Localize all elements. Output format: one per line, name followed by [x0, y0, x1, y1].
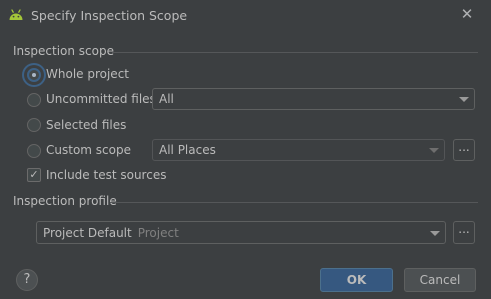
- radio-label-selected-files[interactable]: Selected files: [46, 118, 126, 132]
- cancel-button[interactable]: Cancel: [404, 268, 476, 292]
- uncommitted-files-dropdown[interactable]: All: [152, 88, 475, 110]
- question-icon: ?: [23, 272, 31, 287]
- close-icon: ✕: [460, 5, 474, 23]
- inspection-profile-browse-button[interactable]: ...: [453, 221, 475, 244]
- inspection-profile-value: Project Default Project: [43, 226, 179, 240]
- radio-whole-project[interactable]: [27, 68, 41, 82]
- radio-label-custom-scope[interactable]: Custom scope: [46, 143, 131, 157]
- radio-label-whole-project[interactable]: Whole project: [46, 67, 129, 81]
- android-icon: [9, 9, 23, 20]
- chevron-down-icon: [430, 231, 440, 236]
- inspection-scope-heading: Inspection scope: [13, 44, 114, 58]
- radio-uncommitted-files[interactable]: [27, 93, 41, 107]
- custom-scope-dropdown-value: All Places: [159, 143, 216, 157]
- chevron-down-icon: [459, 97, 469, 102]
- inspection-profile-heading: Inspection profile: [13, 194, 117, 208]
- close-button[interactable]: ✕: [458, 5, 476, 23]
- radio-label-uncommitted-files[interactable]: Uncommitted files: [46, 92, 156, 106]
- custom-scope-dropdown[interactable]: All Places: [152, 139, 445, 161]
- include-test-sources-checkbox[interactable]: ✓: [27, 168, 41, 182]
- inspection-profile-separator: [110, 202, 478, 203]
- inspection-scope-separator: [112, 52, 478, 53]
- inspection-profile-selected: Project Default: [43, 226, 132, 240]
- radio-custom-scope[interactable]: [27, 144, 41, 158]
- chevron-down-icon: [429, 148, 439, 153]
- inspection-profile-dropdown[interactable]: Project Default Project: [36, 221, 446, 244]
- ok-button[interactable]: OK: [320, 268, 393, 292]
- uncommitted-files-dropdown-value: All: [159, 92, 174, 106]
- checkmark-icon: ✓: [29, 168, 39, 181]
- inspection-profile-hint: Project: [137, 226, 179, 240]
- include-test-sources-label[interactable]: Include test sources: [46, 168, 166, 182]
- help-button[interactable]: ?: [16, 269, 38, 291]
- dialog-title: Specify Inspection Scope: [31, 8, 188, 23]
- radio-selected-files[interactable]: [27, 118, 41, 132]
- custom-scope-browse-button[interactable]: ...: [453, 139, 475, 161]
- title-bar: Specify Inspection Scope ✕: [0, 0, 491, 32]
